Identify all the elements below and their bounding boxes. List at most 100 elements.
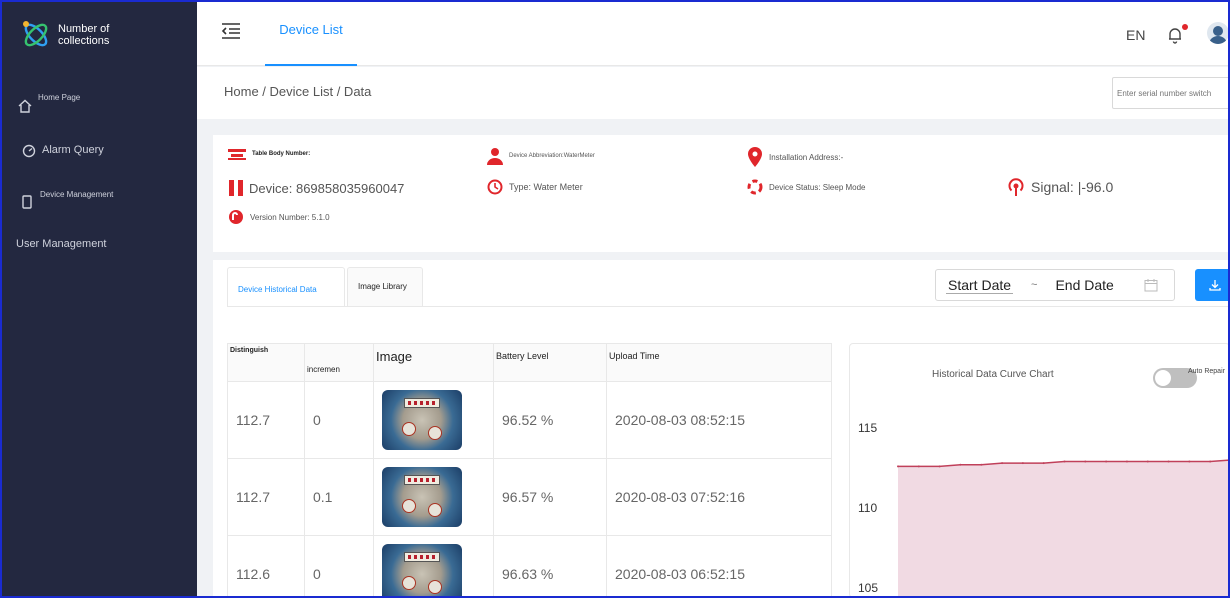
y-tick-label: 115: [858, 421, 877, 435]
table-row[interactable]: 112.7 0.1 96.57 % 2020-08-03 07:52:16: [227, 458, 832, 536]
bell-icon[interactable]: [1167, 26, 1183, 44]
date-range-picker: Start Date ~ End Date: [935, 269, 1175, 301]
home-icon: [18, 99, 34, 115]
history-table: Distinguish incremen Image Battery Level…: [227, 343, 832, 598]
download-button[interactable]: [1195, 269, 1230, 301]
sidebar-item-home[interactable]: Home Page: [18, 93, 80, 115]
upload-time-cell: 2020-08-03 06:52:15: [606, 535, 832, 598]
sidebar: Number of collections Home Page Alarm Qu…: [0, 0, 197, 598]
distinguish-cell: 112.7: [227, 381, 305, 459]
installation-address: Installation Address:-: [747, 147, 843, 167]
increment-cell: 0: [304, 535, 374, 598]
logo-icon: [23, 21, 48, 47]
top-header: Device List EN: [197, 0, 1230, 66]
device-id: Device: 869858035960047: [229, 180, 404, 196]
sidebar-item-alarm-query[interactable]: Alarm Query: [22, 144, 104, 160]
distinguish-cell: 112.7: [227, 458, 305, 536]
data-point[interactable]: [897, 465, 899, 468]
battery-cell: 96.52 %: [493, 381, 607, 459]
meter-photo[interactable]: [382, 544, 462, 598]
table-body-number: Table Body Number:: [228, 147, 310, 161]
device-type: Type: Water Meter: [487, 179, 583, 195]
data-point[interactable]: [1105, 460, 1108, 463]
sidebar-item-label: User Management: [16, 238, 107, 250]
data-point[interactable]: [980, 463, 983, 466]
history-chart-panel: Historical Data Curve Chart Auto Repair …: [849, 343, 1230, 598]
sidebar-item-label: Home Page: [38, 93, 81, 102]
data-point[interactable]: [1146, 460, 1149, 463]
device-icon: [229, 180, 243, 196]
upload-time-cell: 2020-08-03 08:52:15: [606, 381, 832, 459]
tabs-divider: [227, 306, 1230, 307]
location-pin-icon: [748, 147, 762, 167]
data-point[interactable]: [1084, 460, 1087, 463]
data-point[interactable]: [1167, 460, 1170, 463]
brand[interactable]: Number of collections: [20, 18, 118, 52]
column-header[interactable]: Image: [373, 343, 494, 382]
sidebar-item-label: Device Management: [40, 190, 114, 199]
column-header[interactable]: Upload Time: [606, 343, 832, 382]
sidebar-item-user-management[interactable]: User Management: [16, 238, 107, 250]
device-info-card: Table Body Number: Device Abbreviation:W…: [213, 135, 1230, 252]
image-cell: [373, 458, 494, 536]
date-separator: ~: [1031, 279, 1038, 291]
table-row[interactable]: 112.7 0 96.52 % 2020-08-03 08:52:15: [227, 381, 832, 459]
data-point[interactable]: [1063, 460, 1066, 463]
distinguish-cell: 112.6: [227, 535, 305, 598]
data-card: Device Historical Data Image Library Sta…: [213, 260, 1230, 598]
avatar[interactable]: [1207, 22, 1229, 44]
table-header-row: Distinguish incremen Image Battery Level…: [227, 343, 832, 382]
lifebuoy-icon: [747, 179, 763, 195]
data-point[interactable]: [959, 463, 962, 466]
breadcrumb: Home / Device List / Data: [224, 84, 372, 99]
data-point[interactable]: [1001, 462, 1004, 465]
language-switch[interactable]: EN: [1126, 27, 1145, 43]
menu-fold-icon[interactable]: [221, 22, 241, 40]
version-number: Version Number: 5.1.0: [228, 209, 330, 225]
table-row[interactable]: 112.6 0 96.63 % 2020-08-03 06:52:15: [227, 535, 832, 598]
sidebar-item-label: Alarm Query: [42, 144, 104, 156]
increment-cell: 0: [304, 381, 374, 459]
tab-device-historical-data[interactable]: Device Historical Data: [227, 267, 345, 306]
increment-cell: 0.1: [304, 458, 374, 536]
data-point[interactable]: [1042, 462, 1045, 465]
meter-icon: [228, 149, 246, 160]
image-cell: [373, 381, 494, 459]
y-tick-label: 105: [858, 581, 878, 595]
history-chart: 115 110 105: [858, 421, 1229, 597]
battery-cell: 96.63 %: [493, 535, 607, 598]
device-status: Device Status: Sleep Mode: [747, 179, 866, 195]
data-point[interactable]: [917, 465, 920, 468]
meter-photo[interactable]: [382, 467, 462, 527]
start-date-input[interactable]: Start Date: [946, 277, 1014, 294]
data-point[interactable]: [1125, 460, 1128, 463]
meter-photo[interactable]: [382, 390, 462, 450]
series-area: [898, 460, 1229, 597]
column-header[interactable]: incremen: [304, 343, 374, 382]
brand-name: Number of collections: [58, 23, 110, 47]
column-header[interactable]: Distinguish: [227, 343, 305, 382]
data-point[interactable]: [938, 465, 941, 468]
breadcrumb-bar: Home / Device List / Data: [197, 67, 1230, 119]
notification-dot: [1182, 24, 1188, 30]
upload-time-cell: 2020-08-03 07:52:16: [606, 458, 832, 536]
version-icon: [229, 210, 243, 224]
calendar-icon[interactable]: [1144, 278, 1158, 292]
data-point[interactable]: [1021, 462, 1024, 465]
user-icon: [487, 148, 503, 165]
gauge-icon: [22, 144, 38, 160]
serial-number-input[interactable]: [1112, 77, 1230, 109]
mobile-icon: [20, 195, 36, 211]
end-date-input[interactable]: End Date: [1055, 277, 1113, 293]
data-point[interactable]: [1209, 460, 1212, 463]
battery-cell: 96.57 %: [493, 458, 607, 536]
image-cell: [373, 535, 494, 598]
clock-icon: [487, 179, 503, 195]
signal-icon: [1008, 178, 1024, 196]
tab-image-library[interactable]: Image Library: [347, 267, 423, 306]
tab-device-list[interactable]: Device List: [265, 0, 357, 66]
y-tick-label: 110: [858, 501, 877, 515]
sidebar-item-device-management[interactable]: Device Management: [20, 190, 113, 211]
column-header[interactable]: Battery Level: [493, 343, 607, 382]
data-point[interactable]: [1188, 460, 1191, 463]
